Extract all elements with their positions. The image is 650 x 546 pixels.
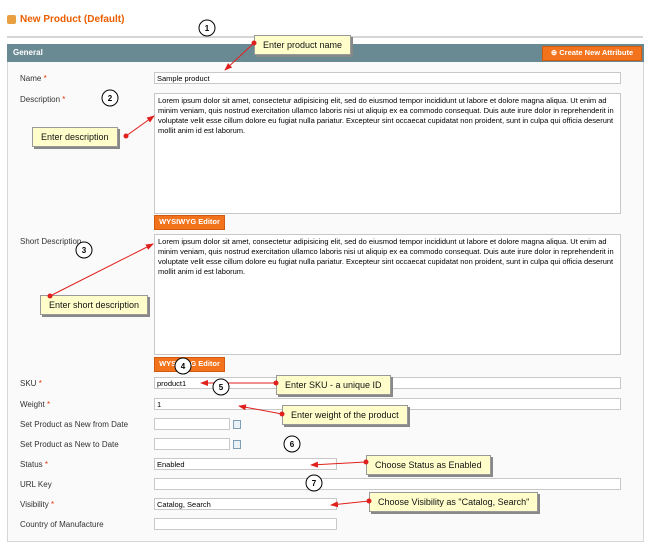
step-number: 1 xyxy=(205,24,210,33)
annotation-overlay: 1 2 3 4 5 6 7 xyxy=(47,19,372,508)
arrow-visibility xyxy=(330,500,370,508)
step-number: 6 xyxy=(290,440,295,449)
step-number: 5 xyxy=(219,383,224,392)
step-number: 2 xyxy=(108,94,113,103)
dot-icon xyxy=(123,133,129,139)
dot-icon xyxy=(366,498,372,504)
dot-icon xyxy=(251,40,257,46)
step-number: 4 xyxy=(181,362,186,371)
arrow-weight xyxy=(238,404,283,415)
dot-icon xyxy=(279,411,285,417)
step-number: 7 xyxy=(312,479,317,488)
arrow-description xyxy=(125,115,155,137)
arrow-short-description xyxy=(49,243,154,297)
arrow-status xyxy=(310,461,367,468)
arrow-name xyxy=(224,42,255,71)
step-number: 3 xyxy=(82,246,87,255)
dot-icon xyxy=(47,293,53,299)
dot-icon xyxy=(273,380,279,386)
dot-icon xyxy=(363,459,369,465)
